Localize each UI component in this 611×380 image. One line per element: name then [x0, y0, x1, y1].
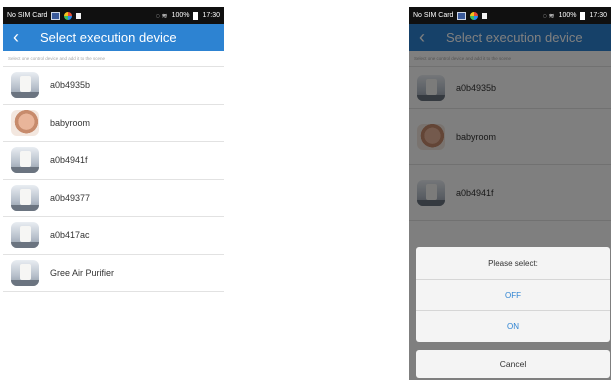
list-item[interactable]: a0b417ac [3, 217, 224, 255]
color-app-icon [470, 11, 479, 20]
page-title: Select execution device [40, 30, 177, 45]
signal-icon: ◌ ≋ [155, 12, 168, 20]
carrier-label: No SIM Card [413, 12, 454, 19]
action-dialog: Please select: OFF ON [416, 247, 610, 342]
app-notification-icon [51, 11, 61, 20]
device-name: a0b4935b [50, 80, 91, 91]
app-notification-icon [457, 11, 467, 20]
battery-icon [193, 11, 199, 20]
device-action-screen: No SIM Card ◌ ≋ 100% 17:30 ‹ Select exec… [409, 7, 611, 380]
dialog-title: Please select: [416, 247, 610, 280]
clock: 17:30 [589, 12, 607, 19]
notification-icon [76, 12, 82, 19]
baby-photo-icon [11, 109, 39, 136]
device-name: babyroom [50, 117, 91, 128]
device-list-screen: No SIM Card ◌ ≋ 100% 17:30 ‹ Select exec… [3, 7, 224, 340]
status-bar: No SIM Card ◌ ≋ 100% 17:30 [409, 7, 611, 24]
device-name: a0b49377 [50, 192, 91, 203]
battery-label: 100% [558, 12, 577, 19]
notification-icon [482, 12, 488, 19]
back-arrow-icon[interactable]: ‹ [3, 24, 29, 51]
on-option-button[interactable]: ON [416, 311, 610, 342]
list-item[interactable]: a0b49377 [3, 180, 224, 217]
list-item[interactable]: Gree Air Purifier [3, 255, 224, 292]
device-icon [11, 184, 39, 211]
device-name: a0b417ac [50, 230, 90, 241]
battery-icon [580, 11, 586, 20]
off-option-button[interactable]: OFF [416, 280, 610, 311]
status-bar: No SIM Card ◌ ≋ 100% 17:30 [3, 7, 224, 24]
battery-label: 100% [171, 12, 190, 19]
list-item[interactable]: a0b4935b [3, 67, 224, 105]
device-name: Gree Air Purifier [50, 267, 115, 278]
color-app-icon [64, 11, 73, 20]
device-icon [11, 222, 39, 249]
device-icon [11, 259, 39, 286]
hint-text: Select one control device and add it to … [3, 51, 224, 67]
device-icon [11, 147, 39, 174]
device-icon [11, 72, 39, 99]
list-item[interactable]: a0b4941f [3, 142, 224, 180]
signal-icon: ◌ ≋ [542, 12, 555, 20]
title-bar: ‹ Select execution device [3, 24, 224, 51]
list-item[interactable]: babyroom [3, 105, 224, 142]
device-name: a0b4941f [50, 155, 88, 166]
cancel-button[interactable]: Cancel [416, 350, 610, 378]
clock: 17:30 [202, 12, 220, 19]
carrier-label: No SIM Card [7, 12, 48, 19]
